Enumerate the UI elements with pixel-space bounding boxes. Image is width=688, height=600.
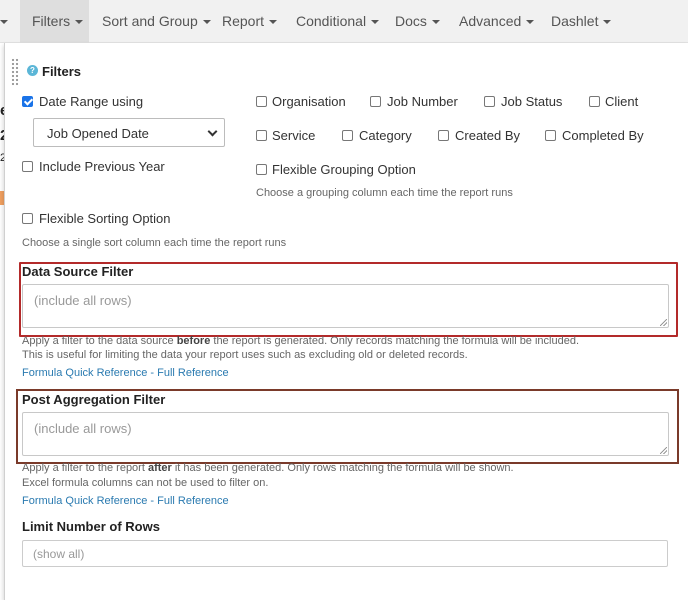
menu-report-label: Report (222, 13, 265, 29)
chevron-down-icon (207, 126, 218, 137)
resize-handle-icon[interactable] (660, 319, 667, 326)
date-range-label: Date Range using (39, 94, 144, 109)
data-source-filter-placeholder: (include all rows) (34, 293, 132, 308)
chevron-down-icon (431, 20, 440, 25)
data-source-filter-title: Data Source Filter (22, 264, 134, 279)
data-source-help-post: the report is generated. Only records ma… (210, 335, 580, 347)
menu-filters[interactable]: Filters (20, 0, 89, 43)
data-source-help-pre: Apply a filter to the data source (22, 335, 177, 347)
menu-conditional-label: Conditional (296, 13, 367, 29)
flexible-grouping-checkbox[interactable] (256, 164, 267, 175)
column-checkbox-client[interactable] (589, 96, 600, 107)
menu-advanced[interactable]: Advanced (459, 0, 535, 43)
column-label-job-number: Job Number (387, 94, 458, 109)
column-checkbox-completed-by[interactable] (545, 130, 556, 141)
column-checkbox-category[interactable] (342, 130, 353, 141)
chevron-down-icon (202, 20, 211, 25)
flexible-sorting-label: Flexible Sorting Option (39, 211, 171, 226)
include-previous-year-checkbox[interactable] (22, 161, 33, 172)
limit-rows-input[interactable]: (show all) (22, 540, 668, 567)
column-checkbox-job-status[interactable] (484, 96, 495, 107)
column-label-organisation: Organisation (272, 94, 346, 109)
column-label-category: Category (359, 128, 412, 143)
column-checkbox-service[interactable] (256, 130, 267, 141)
column-label-service: Service (272, 128, 316, 143)
post-aggregation-links: Formula Quick Reference - Full Reference (22, 492, 229, 507)
post-aggregation-filter-title: Post Aggregation Filter (22, 392, 166, 407)
chevron-down-icon (526, 20, 535, 25)
flexible-grouping-label: Flexible Grouping Option (272, 162, 416, 177)
panel-title: Filters (42, 64, 82, 79)
post-aggregation-help-post: it has been generated. Only rows matchin… (171, 462, 514, 474)
formula-quick-reference-link[interactable]: Formula Quick Reference (22, 495, 147, 507)
menu-dashlet-label: Dashlet (551, 13, 599, 29)
chevron-down-icon (371, 20, 380, 25)
resize-handle-icon[interactable] (660, 447, 667, 454)
full-reference-link[interactable]: Full Reference (157, 367, 229, 379)
column-checkbox-organisation[interactable] (256, 96, 267, 107)
formula-quick-reference-link[interactable]: Formula Quick Reference (22, 367, 147, 379)
flexible-grouping-help: Choose a grouping column each time the r… (256, 187, 513, 199)
column-label-client: Client (605, 94, 639, 109)
post-aggregation-help-line2: Excel formula columns can not be used to… (22, 477, 269, 489)
date-range-select-value: Job Opened Date (47, 126, 149, 141)
column-checkbox-created-by[interactable] (438, 130, 449, 141)
chevron-down-icon (269, 20, 278, 25)
menu-filters-label: Filters (32, 13, 71, 29)
column-label-job-status: Job Status (501, 94, 563, 109)
data-source-help-bold: before (176, 335, 211, 347)
data-source-help-line1: Apply a filter to the data source before… (22, 335, 579, 347)
limit-rows-title: Limit Number of Rows (22, 519, 160, 534)
full-reference-link[interactable]: Full Reference (157, 495, 229, 507)
menu-conditional[interactable]: Conditional (296, 0, 380, 43)
menu-sort-and-group-label: Sort and Group (102, 13, 198, 29)
top-menu-bar: Filters Sort and Group Report Conditiona… (0, 0, 688, 43)
column-label-completed-by: Completed By (562, 128, 644, 143)
column-checkbox-job-number[interactable] (370, 96, 381, 107)
menu-overflow-caret-icon[interactable] (0, 20, 8, 24)
data-source-links: Formula Quick Reference - Full Reference (22, 364, 229, 379)
link-separator: - (147, 367, 158, 379)
menu-sort-and-group[interactable]: Sort and Group (102, 0, 211, 43)
flexible-sorting-checkbox[interactable] (22, 213, 33, 224)
date-range-select[interactable]: Job Opened Date (33, 118, 225, 147)
menu-docs[interactable]: Docs (395, 0, 440, 43)
post-aggregation-help-bold: after (147, 462, 172, 474)
post-aggregation-filter-placeholder: (include all rows) (34, 421, 132, 436)
menu-docs-label: Docs (395, 13, 427, 29)
flexible-sorting-help: Choose a single sort column each time th… (22, 237, 287, 249)
help-icon[interactable]: ? (27, 65, 38, 76)
post-aggregation-help-line1: Apply a filter to the report after it ha… (22, 462, 514, 474)
chevron-down-icon (603, 20, 612, 25)
menu-advanced-label: Advanced (459, 13, 522, 29)
menu-dashlet[interactable]: Dashlet (551, 0, 612, 43)
date-range-checkbox[interactable] (22, 96, 33, 107)
chevron-down-icon (75, 20, 84, 25)
post-aggregation-filter-input[interactable]: (include all rows) (22, 412, 669, 456)
column-label-created-by: Created By (455, 128, 521, 143)
data-source-filter-input[interactable]: (include all rows) (22, 284, 669, 328)
data-source-help-line2: This is useful for limiting the data you… (22, 349, 468, 361)
link-separator: - (147, 495, 158, 507)
post-aggregation-help-pre: Apply a filter to the report (22, 462, 148, 474)
limit-rows-placeholder: (show all) (33, 547, 85, 561)
menu-report[interactable]: Report (222, 0, 278, 43)
drag-handle-icon[interactable] (11, 58, 19, 86)
include-previous-year-label: Include Previous Year (39, 159, 165, 174)
